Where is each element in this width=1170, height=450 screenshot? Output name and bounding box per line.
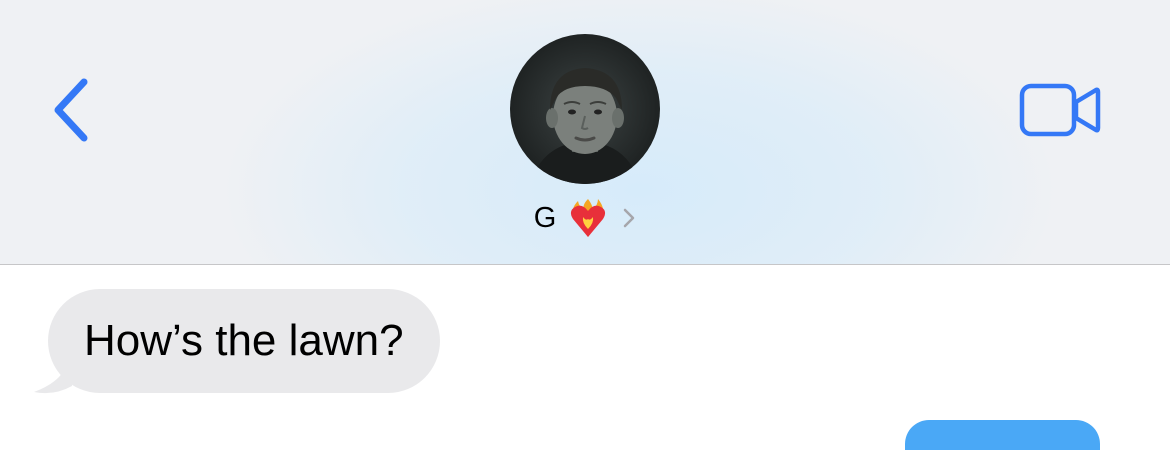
contact-avatar[interactable] — [510, 34, 660, 184]
conversation-header: G — [0, 0, 1170, 265]
chevron-right-icon — [624, 208, 635, 228]
heart-on-fire-icon — [571, 199, 606, 237]
back-button[interactable] — [40, 70, 100, 150]
contact-name-row[interactable]: G — [480, 193, 690, 243]
video-camera-icon — [1019, 83, 1101, 137]
contact-name: G — [533, 201, 557, 234]
received-message-bubble[interactable]: How’s the lawn? — [48, 289, 440, 393]
chevron-left-icon — [54, 78, 88, 142]
facetime-video-button[interactable] — [1010, 75, 1110, 145]
sent-message-bubble[interactable] — [905, 420, 1100, 450]
message-text: How’s the lawn? — [84, 316, 404, 365]
